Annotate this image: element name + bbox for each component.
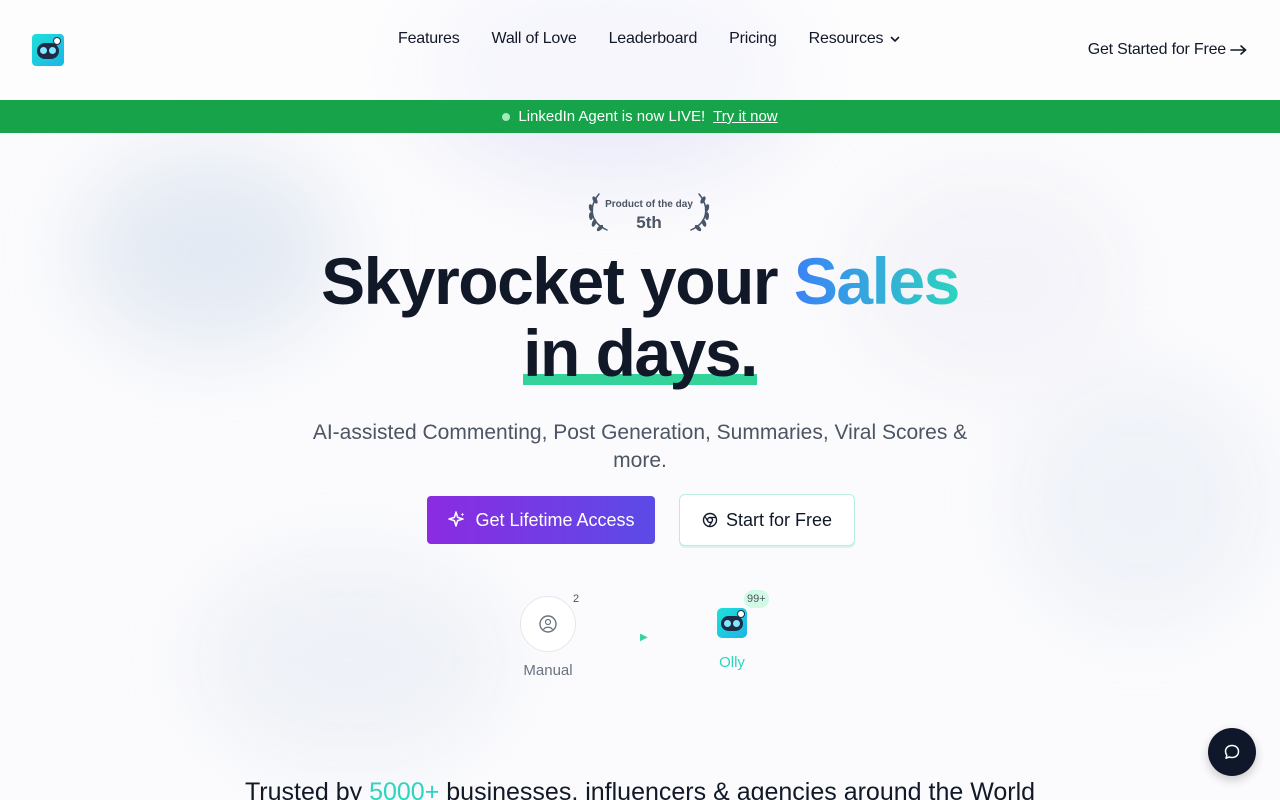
headline-text: Skyrocket your: [321, 244, 794, 318]
banner-text: LinkedIn Agent is now LIVE!: [518, 108, 706, 125]
trusted-prefix: Trusted by: [244, 778, 370, 800]
headline-underlined-phrase: in days.: [523, 315, 758, 391]
background-blob: [1020, 380, 1260, 620]
hero-headline-line1: Skyrocket your Sales: [0, 243, 1280, 319]
get-lifetime-access-button[interactable]: Get Lifetime Access: [427, 496, 655, 544]
hero-subtitle: AI-assisted Commenting, Post Generation,…: [312, 421, 968, 472]
sad-face-icon: [539, 615, 557, 633]
olly-label: Olly: [719, 654, 745, 671]
main-nav: Features Wall of Love Leaderboard Pricin…: [398, 30, 901, 48]
chrome-icon: [702, 512, 718, 528]
nav-leaderboard[interactable]: Leaderboard: [609, 30, 698, 48]
background-blob: [200, 560, 500, 760]
chat-widget-button[interactable]: [1208, 728, 1256, 776]
award-title: Product of the day: [605, 199, 693, 210]
banner-try-link[interactable]: Try it now: [713, 108, 777, 125]
play-arrow-icon: ▶: [640, 632, 648, 643]
nav-resources[interactable]: Resources: [809, 30, 902, 48]
sparkles-icon: [448, 511, 465, 527]
start-for-free-label: Start for Free: [725, 509, 833, 530]
olly-count-badge: 99+: [744, 590, 769, 608]
arrow-right-icon: [1230, 45, 1247, 55]
site-header: Features Wall of Love Leaderboard Pricin…: [0, 0, 1280, 100]
award-rank: 5th: [636, 213, 662, 232]
hero-headline-line2: in days.: [0, 315, 1280, 391]
trusted-count: 5000+: [369, 778, 440, 800]
headline-highlight: Sales: [793, 244, 960, 318]
headline-line2-text: in days.: [523, 316, 758, 390]
manual-count-badge: 2: [573, 593, 580, 605]
chevron-down-icon: [891, 36, 900, 43]
get-started-label: Get Started for Free: [1087, 41, 1226, 58]
live-dot-icon: [502, 112, 511, 121]
get-lifetime-access-label: Get Lifetime Access: [475, 509, 635, 530]
get-started-link[interactable]: Get Started for Free: [1088, 41, 1248, 59]
trusted-suffix: businesses, influencers & agencies aroun…: [439, 778, 1036, 800]
robot-logo-icon[interactable]: [32, 34, 64, 66]
nav-wall-of-love[interactable]: Wall of Love: [492, 30, 577, 48]
nav-resources-label: Resources: [808, 30, 884, 47]
announcement-banner: LinkedIn Agent is now LIVE! Try it now: [0, 100, 1280, 133]
chat-bubble-icon: [1224, 744, 1240, 759]
manual-comparison: 2 Manual: [510, 593, 586, 679]
manual-label: Manual: [523, 662, 573, 679]
robot-logo-icon: [717, 608, 747, 638]
start-for-free-button[interactable]: Start for Free: [679, 494, 855, 546]
product-of-the-day-badge: Product of the day 5th: [585, 192, 713, 234]
nav-features[interactable]: Features: [398, 30, 460, 48]
manual-avatar: [520, 596, 576, 652]
trusted-by-text: Trusted by 5000+ businesses, influencers…: [0, 778, 1280, 800]
olly-comparison: 99+ Olly: [700, 590, 769, 671]
nav-pricing[interactable]: Pricing: [729, 30, 777, 48]
